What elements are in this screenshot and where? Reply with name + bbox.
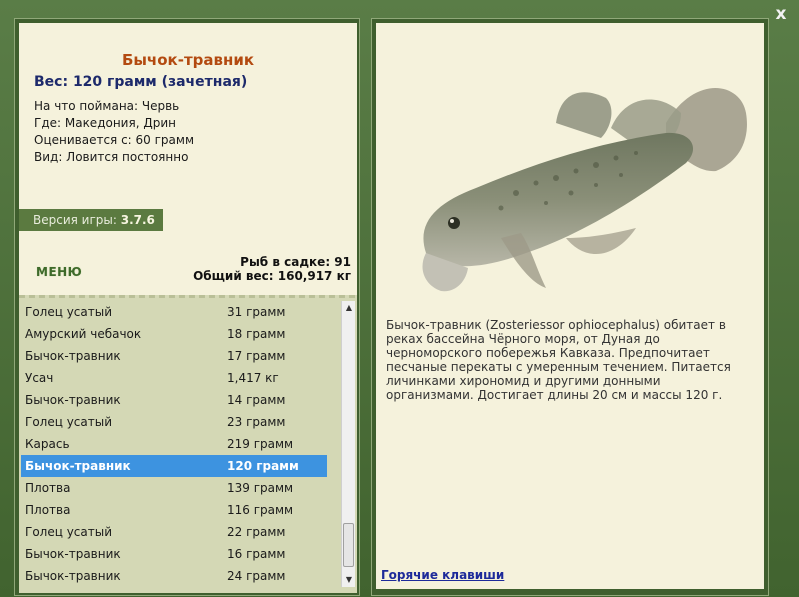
list-item-name: Голец усатый	[25, 305, 113, 319]
list-item[interactable]: Плотва 116 грамм	[21, 499, 327, 521]
keepnet-stats: Рыб в садке: 91 Общий вес: 160,917 кг	[193, 255, 351, 283]
fish-description-card: Бычок-травник (Zosteriessor ophiocephalu…	[376, 23, 764, 589]
list-item-weight: 17 грамм	[227, 349, 286, 363]
list-item[interactable]: Голец усатый 23 грамм	[21, 411, 327, 433]
total-weight: Общий вес: 160,917 кг	[193, 269, 351, 283]
list-item-name: Бычок-травник	[25, 569, 121, 583]
list-item-weight: 116 грамм	[227, 503, 294, 517]
list-item[interactable]: Бычок-травник 17 грамм	[21, 345, 327, 367]
list-item-weight: 120 грамм	[227, 459, 299, 473]
list-item-name: Усач	[25, 371, 54, 385]
list-item-name: Плотва	[25, 503, 71, 517]
list-item-weight: 22 грамм	[227, 525, 286, 539]
bait-info: На что поймана: Червь	[34, 99, 180, 113]
catch-list-area: Голец усатый 31 грамм Амурский чебачок 18 г…	[19, 295, 357, 593]
list-item-name: Голец усатый	[25, 415, 113, 429]
version-value: 3.7.6	[120, 213, 155, 227]
list-item-weight: 219 грамм	[227, 437, 294, 451]
game-window: x Бычок-травник Вес: 120 грамм (зачетная…	[0, 0, 799, 597]
list-scrollbar[interactable]: ▲ ▼	[341, 301, 355, 587]
list-item-weight: 1,417 кг	[227, 371, 279, 385]
list-item-weight: 139 грамм	[227, 481, 294, 495]
catch-list: Голец усатый 31 грамм Амурский чебачок 18 г…	[21, 301, 327, 587]
fish-description: Бычок-травник (Zosteriessor ophiocephalu…	[386, 318, 731, 402]
list-item[interactable]: Голец усатый 31 грамм	[21, 301, 327, 323]
arrow-up-icon[interactable]: ▲	[342, 301, 356, 315]
fish-title: Бычок-травник	[121, 51, 255, 69]
list-item-weight: 14 грамм	[227, 393, 286, 407]
menu-button[interactable]: МЕНЮ	[36, 265, 82, 279]
arrow-down-icon[interactable]: ▼	[342, 573, 356, 587]
list-item-weight: 24 грамм	[227, 569, 286, 583]
hotkeys-link[interactable]: Горячие клавиши	[381, 568, 504, 582]
version-bar: Версия игры: 3.7.6	[19, 209, 163, 231]
list-item-name: Амурский чебачок	[25, 327, 142, 341]
fish-details: На что поймана: Червь Где: Македония, Др…	[34, 98, 194, 166]
list-item-name: Голец усатый	[25, 525, 113, 539]
list-item-name: Бычок-травник	[25, 393, 121, 407]
list-item[interactable]: Бычок-травник 14 грамм	[21, 389, 327, 411]
fish-image	[422, 88, 747, 292]
list-item[interactable]: Амурский чебачок 18 грамм	[21, 323, 327, 345]
list-item-name: Плотва	[25, 481, 71, 495]
close-icon[interactable]: x	[771, 4, 791, 24]
list-item[interactable]: Бычок-травник 24 грамм	[21, 565, 327, 587]
list-item[interactable]: Плотва 139 грамм	[21, 477, 327, 499]
list-item-name: Карась	[25, 437, 70, 451]
list-item[interactable]: Бычок-травник 16 грамм	[21, 543, 327, 565]
list-item[interactable]: Голец усатый 22 грамм	[21, 521, 327, 543]
left-panel: Бычок-травник Вес: 120 грамм (зачетная) …	[14, 18, 360, 596]
fish-count: Рыб в садке: 91	[240, 255, 351, 269]
rated-from-info: Оценивается с: 60 грамм	[34, 133, 194, 147]
right-panel: Бычок-травник (Zosteriessor ophiocephalu…	[371, 18, 769, 596]
list-item-name: Бычок-травник	[25, 349, 121, 363]
location-info: Где: Македония, Дрин	[34, 116, 176, 130]
scroll-thumb[interactable]	[343, 523, 354, 567]
list-item-name: Бычок-травник	[25, 547, 121, 561]
list-item-weight: 23 грамм	[227, 415, 286, 429]
list-item-name: Бычок-травник	[25, 459, 131, 473]
list-item[interactable]: Бычок-травник 120 грамм	[21, 455, 327, 477]
fish-info-card: Бычок-травник Вес: 120 грамм (зачетная) …	[19, 23, 357, 309]
version-label: Версия игры:	[33, 213, 117, 227]
list-item[interactable]: Усач 1,417 кг	[21, 367, 327, 389]
kind-info: Вид: Ловится постоянно	[34, 150, 189, 164]
list-item-weight: 18 грамм	[227, 327, 286, 341]
list-item-weight: 16 грамм	[227, 547, 286, 561]
fish-weight: Вес: 120 грамм (зачетная)	[34, 74, 248, 90]
list-item-weight: 31 грамм	[227, 305, 286, 319]
list-item[interactable]: Карась 219 грамм	[21, 433, 327, 455]
